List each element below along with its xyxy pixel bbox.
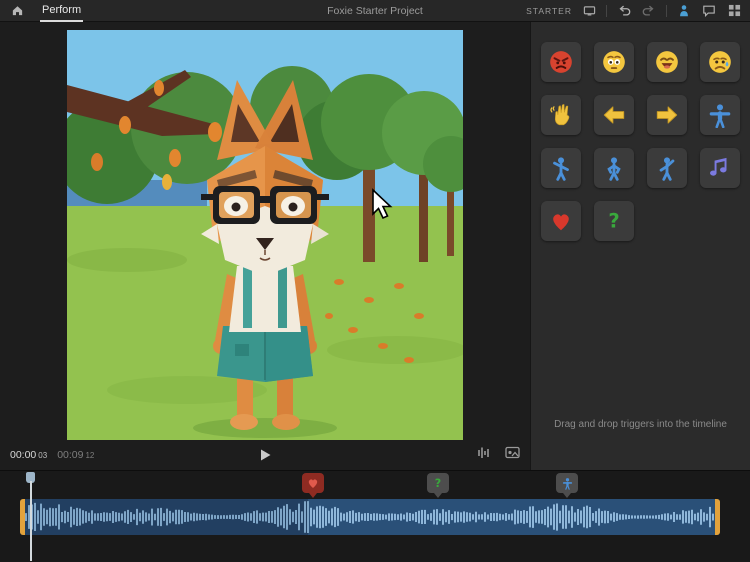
trigger-pose-3[interactable]	[647, 148, 687, 188]
trigger-point-right[interactable]	[647, 95, 687, 135]
undo-button[interactable]	[616, 3, 632, 19]
sad-face-icon	[707, 49, 733, 75]
current-time: 00:00	[10, 449, 36, 461]
point-right-icon	[654, 102, 680, 128]
trim-handle-right[interactable]	[715, 499, 720, 535]
redo-icon	[642, 4, 656, 17]
laughing-face-icon	[654, 49, 680, 75]
workspace-menu-button[interactable]	[726, 3, 742, 19]
question-icon: ?	[601, 208, 627, 234]
redo-button[interactable]	[641, 3, 657, 19]
triggers-panel: ? Drag and drop triggers into the timeli…	[530, 22, 750, 470]
triggers-hint: Drag and drop triggers into the timeline	[531, 419, 750, 430]
music-note-icon	[707, 155, 733, 181]
trigger-grid: ?	[531, 22, 750, 241]
divider	[666, 5, 667, 17]
home-button[interactable]	[8, 0, 26, 22]
puppet-button[interactable]	[676, 3, 692, 19]
svg-text:?: ?	[435, 477, 441, 490]
svg-text:?: ?	[608, 210, 619, 233]
puppet-icon	[677, 4, 691, 18]
current-frames: 03	[38, 451, 47, 460]
tab-perform-label: Perform	[42, 4, 81, 16]
trigger-question[interactable]: ?	[594, 201, 634, 241]
transport-bar: 00:0003 00:0912	[0, 440, 530, 470]
trigger-heart[interactable]	[541, 201, 581, 241]
timeline: ?	[0, 470, 750, 561]
starter-badge: STARTER	[526, 6, 572, 16]
home-icon	[11, 4, 24, 17]
wave-hand-icon	[548, 102, 574, 128]
heart-icon	[548, 208, 574, 234]
scene-viewport[interactable]	[67, 30, 463, 440]
total-time: 00:09	[57, 449, 83, 461]
monitor-icon	[583, 5, 596, 17]
chat-icon	[702, 4, 716, 17]
pose-3-icon	[654, 155, 680, 181]
pose-2-icon	[601, 155, 627, 181]
pose-1-icon	[548, 155, 574, 181]
monitor-button[interactable]	[581, 3, 597, 19]
trigger-music-note[interactable]	[700, 148, 740, 188]
playhead-line	[30, 481, 32, 561]
trigger-laughing-face[interactable]	[647, 42, 687, 82]
timecode: 00:0003 00:0912	[10, 449, 94, 461]
angry-face-icon	[548, 49, 574, 75]
chat-button[interactable]	[701, 3, 717, 19]
arms-spread-pose-icon	[707, 102, 733, 128]
waveform-icon	[477, 446, 491, 459]
scene-settings-button[interactable]	[505, 446, 520, 464]
trigger-sad-face[interactable]	[700, 42, 740, 82]
timeline-marker-person[interactable]	[556, 473, 578, 493]
waveform-toggle-button[interactable]	[477, 446, 491, 464]
play-icon	[260, 449, 271, 461]
trigger-point-left[interactable]	[594, 95, 634, 135]
heart-marker-icon	[306, 476, 320, 490]
trim-handle-left[interactable]	[20, 499, 25, 535]
divider	[606, 5, 607, 17]
trigger-pose-2[interactable]	[594, 148, 634, 188]
scene-icon	[505, 446, 520, 459]
waveform	[25, 499, 715, 535]
trigger-angry-face[interactable]	[541, 42, 581, 82]
point-left-icon	[601, 102, 627, 128]
total-frames: 12	[85, 451, 94, 460]
stage-area: 00:0003 00:0912	[0, 22, 530, 470]
undo-icon	[617, 4, 631, 17]
play-button[interactable]	[252, 444, 278, 466]
playhead[interactable]	[26, 471, 35, 561]
audio-clip-track[interactable]	[20, 499, 720, 535]
grid-icon	[728, 4, 741, 17]
trigger-pose-1[interactable]	[541, 148, 581, 188]
timeline-marker-question[interactable]: ?	[427, 473, 449, 493]
trigger-arms-spread[interactable]	[700, 95, 740, 135]
fox-scene	[67, 30, 463, 440]
flushed-face-icon	[601, 49, 627, 75]
timeline-marker-heart[interactable]	[302, 473, 324, 493]
question-marker-icon: ?	[431, 476, 445, 490]
trigger-wave-hand[interactable]	[541, 95, 581, 135]
trigger-flushed-face[interactable]	[594, 42, 634, 82]
tab-perform[interactable]: Perform	[40, 0, 83, 22]
top-bar: Perform Foxie Starter Project STARTER	[0, 0, 750, 22]
person-marker-icon	[561, 477, 574, 490]
